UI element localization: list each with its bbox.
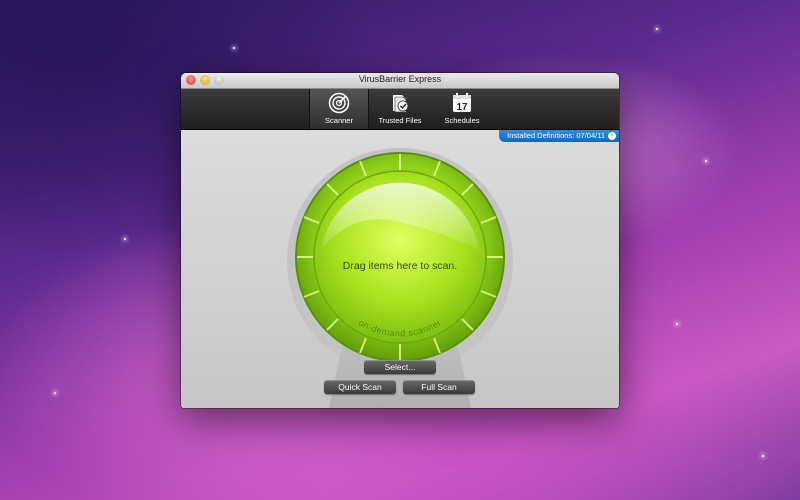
trusted-files-icon: [393, 95, 409, 113]
scan-drop-zone[interactable]: on-demand scanner: [293, 150, 507, 364]
star: [54, 392, 56, 394]
tab-trusted-files[interactable]: Trusted Files: [368, 89, 432, 129]
tab-schedules[interactable]: 17 Schedules: [433, 89, 491, 129]
star: [124, 238, 126, 240]
quick-scan-button[interactable]: Quick Scan: [324, 380, 396, 394]
star: [705, 160, 707, 162]
definitions-label: Installed Definitions: 07/04/11: [507, 131, 605, 140]
full-scan-button[interactable]: Full Scan: [403, 380, 475, 394]
arrow-right-circle-icon[interactable]: ›: [608, 132, 616, 140]
definitions-badge[interactable]: Installed Definitions: 07/04/11 ›: [499, 130, 619, 142]
star: [762, 455, 764, 457]
star: [656, 28, 658, 30]
tab-scanner[interactable]: Scanner: [309, 89, 369, 129]
window-title: VirusBarrier Express: [358, 74, 442, 84]
app-window: VirusBarrier Express Scanner Trusted Fil…: [181, 73, 619, 408]
tab-label: Trusted Files: [378, 116, 422, 125]
select-button[interactable]: Select...: [364, 360, 436, 374]
tab-label: Scanner: [325, 116, 353, 125]
toolbar: Scanner Trusted Files 17 Schedules: [181, 89, 619, 130]
star: [233, 47, 235, 49]
tab-label: Schedules: [444, 116, 480, 125]
title-bar[interactable]: VirusBarrier Express: [181, 73, 619, 89]
calendar-day: 17: [456, 102, 468, 113]
star: [676, 323, 678, 325]
radar-icon: [328, 92, 350, 114]
calendar-icon: 17: [453, 93, 471, 113]
drop-instructions: Drag items here to scan.: [342, 260, 458, 272]
